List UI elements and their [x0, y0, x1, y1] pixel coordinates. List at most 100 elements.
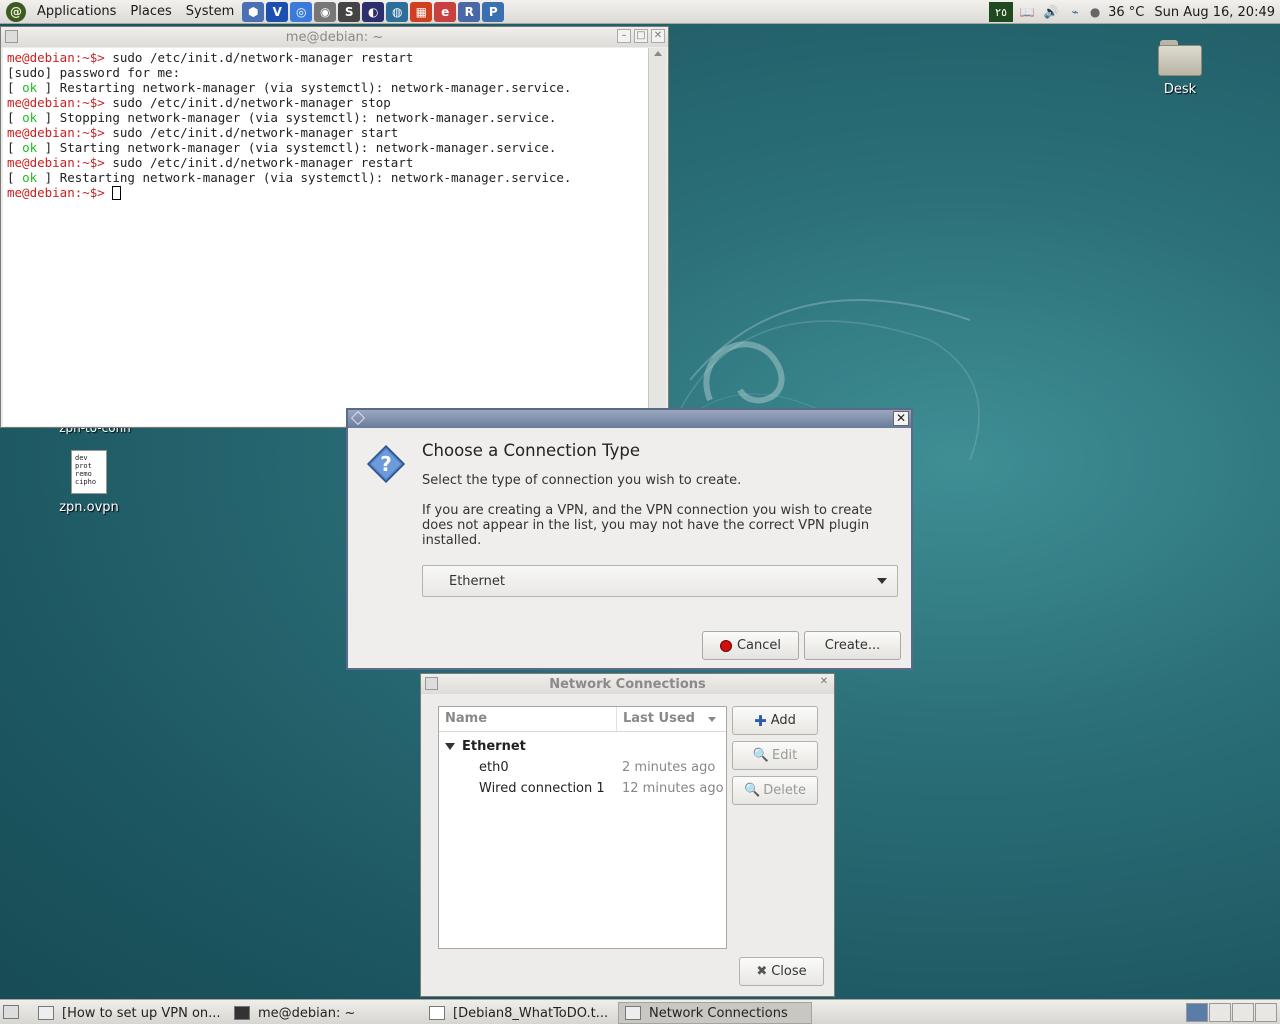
- terminal-icon: [234, 1006, 250, 1020]
- task-label: [Debian8_WhatToDO.t...: [453, 1005, 609, 1021]
- connections-list[interactable]: Name Last Used Ethernet eth0 2 minutes a…: [438, 706, 727, 949]
- netconn-titlebar[interactable]: Network Connections ✕: [421, 674, 834, 694]
- gear-circle-icon[interactable]: ◉: [314, 1, 337, 22]
- book-icon[interactable]: 📖: [1017, 2, 1037, 22]
- minimize-button[interactable]: –: [617, 29, 631, 43]
- terminal-text: sudo /etc/init.d/network-manager stop: [112, 95, 391, 110]
- vim-icon[interactable]: V: [266, 1, 289, 22]
- maximize-button[interactable]: □: [634, 29, 648, 43]
- scroll-up-arrow-icon[interactable]: [653, 51, 662, 56]
- netconn-window-icon[interactable]: [425, 677, 438, 690]
- window-menu-icon[interactable]: [5, 30, 18, 43]
- task-network-connections[interactable]: Network Connections: [618, 1002, 812, 1024]
- clock[interactable]: Sun Aug 16, 20:49: [1149, 5, 1280, 20]
- network-connections-window: Network Connections ✕ Name Last Used Eth…: [420, 673, 835, 997]
- terminal-text: sudo /etc/init.d/network-manager restart: [112, 50, 414, 65]
- terminal-output[interactable]: me@debian:~$> sudo /etc/init.d/network-m…: [3, 48, 648, 426]
- menu-places[interactable]: Places: [123, 0, 178, 24]
- dialog-close-button[interactable]: ✕: [893, 411, 909, 426]
- add-button[interactable]: ✚ Add: [732, 706, 818, 735]
- partial-desktop-label: zpn-to-conn: [40, 428, 150, 434]
- workspace-indicator[interactable]: ٢٥: [989, 2, 1014, 22]
- expander-icon[interactable]: [445, 743, 455, 750]
- workspace-4[interactable]: [1255, 1003, 1277, 1022]
- eclipse-icon[interactable]: ◐: [362, 1, 385, 22]
- workspace-2[interactable]: [1209, 1003, 1231, 1022]
- netconn-title: Network Connections: [549, 676, 706, 692]
- dialog-window-icon: [350, 410, 366, 426]
- group-label: Ethernet: [462, 739, 526, 754]
- table-row[interactable]: eth0: [479, 760, 509, 775]
- edit-icon: 🔍: [752, 748, 769, 763]
- python-icon[interactable]: P: [482, 1, 505, 22]
- dialog-info-text: If you are creating a VPN, and the VPN c…: [422, 503, 873, 548]
- network-icon[interactable]: ⌁: [1065, 2, 1085, 22]
- terminal-title: me@debian: ~: [285, 29, 384, 45]
- chromium-icon[interactable]: ◎: [290, 1, 313, 22]
- menu-system[interactable]: System: [179, 0, 241, 24]
- netconn-close-button[interactable]: ✕: [817, 676, 831, 690]
- cube-icon[interactable]: ⬢: [242, 1, 265, 22]
- create-button[interactable]: Create...: [804, 631, 901, 660]
- terminal-line: [ ok ] Restarting network-manager (via s…: [7, 80, 572, 95]
- top-panel: @ Applications Places System ⬢ V ◎ ◉ S ◐ ◍ ▦ e R P…: [0, 0, 1280, 24]
- column-name[interactable]: Name: [439, 707, 617, 731]
- task-label: me@debian: ~: [258, 1005, 356, 1021]
- terminal-line: [sudo] password for me:: [7, 65, 644, 80]
- task-vpn-browser[interactable]: [How to set up VPN on...: [32, 1002, 226, 1024]
- terminal-line: [ ok ] Starting network-manager (via sys…: [7, 140, 557, 155]
- menu-applications[interactable]: Applications: [30, 0, 123, 24]
- status-ok: ok: [22, 110, 38, 125]
- delete-label: Delete: [763, 783, 806, 798]
- close-button[interactable]: ✖ Close: [739, 957, 824, 986]
- workspace-1[interactable]: [1186, 1003, 1208, 1022]
- terminal-line: me@debian:~$>: [7, 185, 644, 200]
- table-row[interactable]: Wired connection 1: [479, 781, 605, 796]
- colors-icon[interactable]: ▦: [410, 1, 433, 22]
- terminal-scrollbar[interactable]: [648, 48, 666, 426]
- delete-button[interactable]: 🔍 Delete: [732, 776, 818, 805]
- column-last-used[interactable]: Last Used: [617, 707, 726, 731]
- dialog-heading: Choose a Connection Type: [422, 441, 641, 460]
- workspace-3[interactable]: [1232, 1003, 1254, 1022]
- shell-prompt: me@debian:~$>: [7, 95, 113, 110]
- temperature-readout: 36 °C: [1108, 4, 1145, 20]
- desktop-file-zpn[interactable]: dev prot remo cipho zpn.ovpn: [56, 450, 122, 515]
- terminal-text: ] Restarting network-manager (via system…: [37, 80, 572, 95]
- close-button[interactable]: ✕: [651, 29, 665, 43]
- folder-label: Desk: [1163, 82, 1197, 97]
- cancel-button[interactable]: Cancel: [702, 631, 799, 660]
- shell-prompt: me@debian:~$>: [7, 155, 113, 170]
- shell-prompt: me@debian:~$>: [7, 125, 113, 140]
- connection-name: Wired connection 1: [479, 781, 605, 796]
- terminal-titlebar[interactable]: me@debian: ~ – □ ✕: [1, 27, 668, 47]
- dialog-titlebar[interactable]: ✕: [348, 410, 911, 428]
- file-label: zpn.ovpn: [59, 500, 119, 515]
- status-ok: ok: [22, 170, 38, 185]
- r-icon[interactable]: R: [458, 1, 481, 22]
- terminal-line: me@debian:~$> sudo /etc/init.d/network-m…: [7, 155, 644, 170]
- edit-label: Edit: [772, 748, 798, 763]
- editor-icon[interactable]: e: [434, 1, 457, 22]
- window-icon: [38, 1006, 54, 1020]
- task-text-editor[interactable]: [Debian8_WhatToDO.t...: [423, 1002, 615, 1024]
- system-tray: ٢٥ 📖 🔊 ⌁ ● 36 °C Sun Aug 16, 20:49: [987, 0, 1280, 24]
- desktop-folder[interactable]: Desk: [1150, 40, 1210, 97]
- sublime-icon[interactable]: S: [338, 1, 361, 22]
- folder-icon: [1158, 40, 1202, 76]
- close-label: Close: [771, 964, 807, 979]
- globe-icon[interactable]: ◍: [386, 1, 409, 22]
- show-desktop-icon[interactable]: [3, 1005, 19, 1019]
- svg-text:?: ?: [380, 452, 392, 476]
- group-ethernet[interactable]: Ethernet: [445, 739, 526, 754]
- debian-logo-icon[interactable]: @: [6, 1, 26, 22]
- bottom-panel: [How to set up VPN on... me@debian: ~ [D…: [0, 999, 1280, 1024]
- temperature-sensor-icon: ●: [1089, 5, 1101, 19]
- volume-icon[interactable]: 🔊: [1041, 2, 1061, 22]
- edit-button[interactable]: 🔍 Edit: [732, 741, 818, 770]
- connection-last-used: 2 minutes ago: [622, 760, 716, 775]
- terminal-line: me@debian:~$> sudo /etc/init.d/network-m…: [7, 50, 644, 65]
- connection-type-select[interactable]: Ethernet: [422, 565, 898, 597]
- terminal-text: ] Restarting network-manager (via system…: [37, 170, 572, 185]
- task-terminal[interactable]: me@debian: ~: [228, 1002, 420, 1024]
